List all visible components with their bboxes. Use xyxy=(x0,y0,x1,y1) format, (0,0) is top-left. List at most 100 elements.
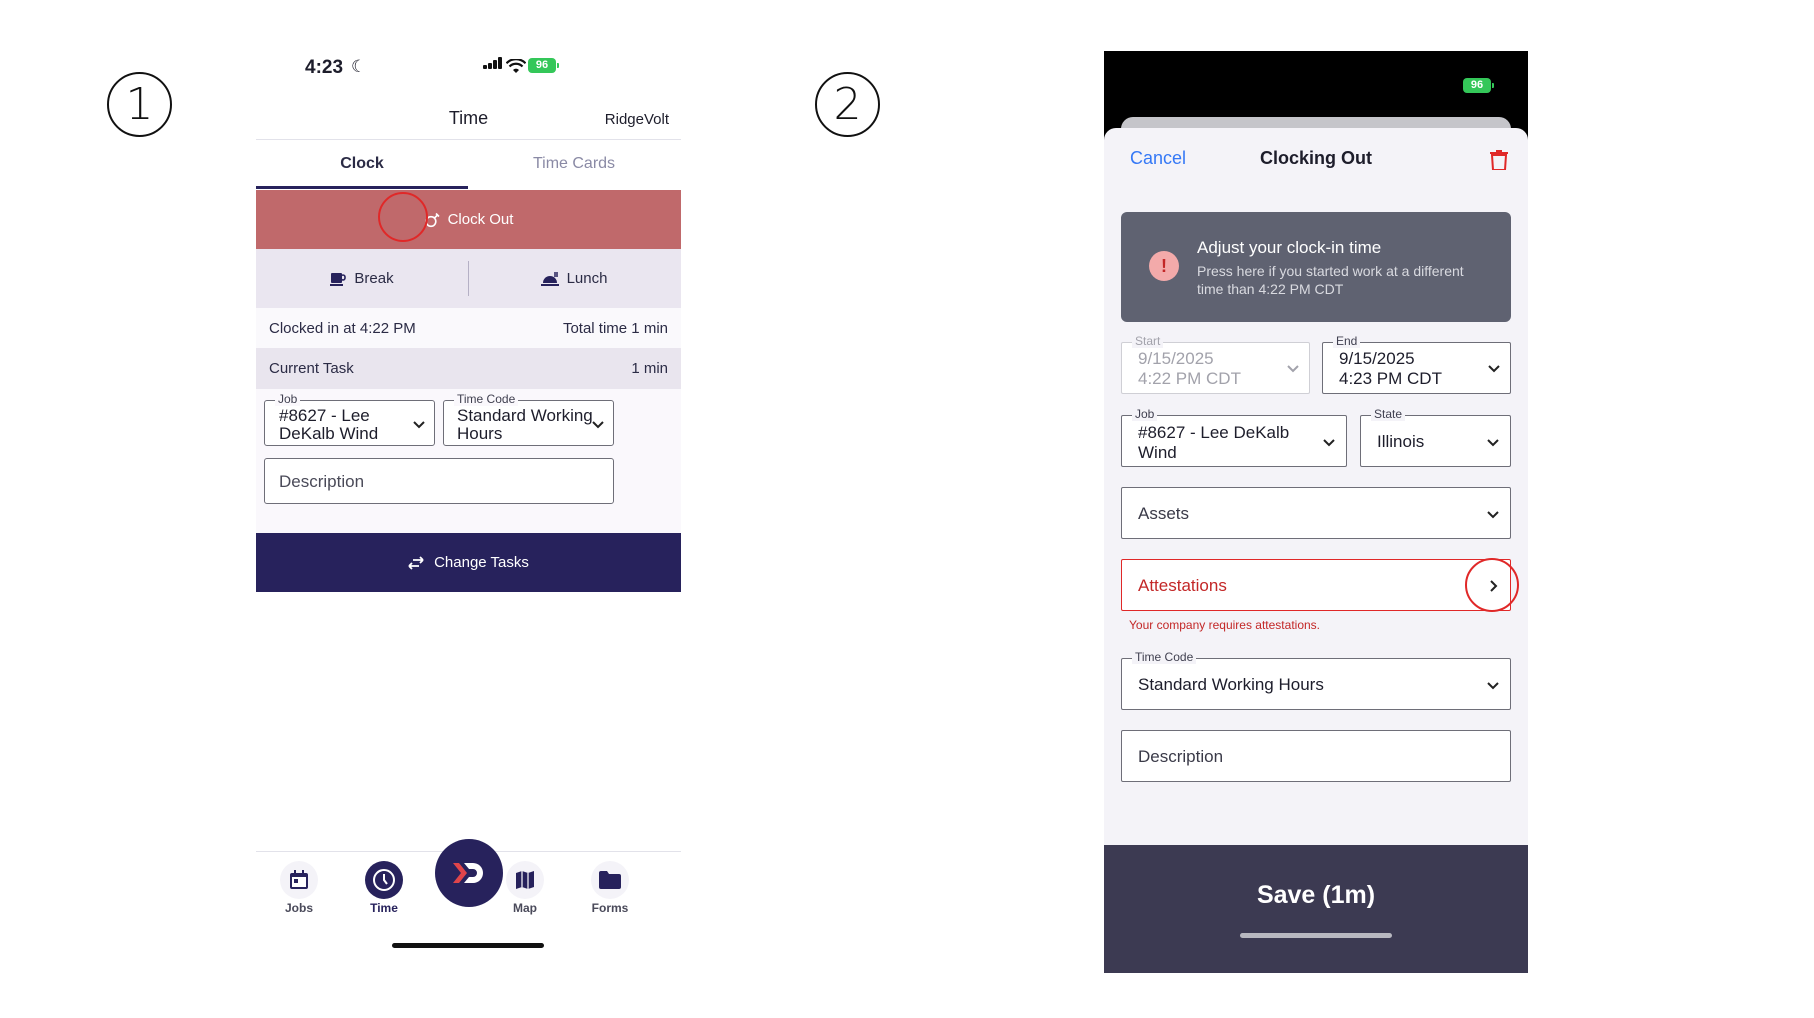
description-input[interactable]: Description xyxy=(264,458,614,504)
end-time: 4:23 PM CDT xyxy=(1339,369,1442,388)
start-datetime-field: Start 9/15/2025 4:22 PM CDT xyxy=(1121,334,1310,394)
map-icon xyxy=(516,871,534,889)
alert-icon: ! xyxy=(1149,251,1179,281)
start-label: Start xyxy=(1132,334,1164,348)
battery-icon: 96 xyxy=(528,58,559,73)
save-button[interactable]: Save (1m) xyxy=(1104,845,1528,973)
break-lunch-row: Break Lunch xyxy=(256,249,681,308)
lunch-button[interactable]: Lunch xyxy=(468,249,680,308)
adjust-clock-in-card[interactable]: ! Adjust your clock-in time Press here i… xyxy=(1121,212,1511,322)
lunch-label: Lunch xyxy=(566,270,608,287)
clock-out-label: Clock Out xyxy=(447,211,514,228)
state-label: State xyxy=(1371,407,1406,421)
time-code-value-line2: Hours xyxy=(457,424,503,443)
sheet-title: Clocking Out xyxy=(1260,148,1372,168)
nav-icon-background xyxy=(365,861,403,899)
job-select[interactable]: Job #8627 - Lee DeKalb Wind xyxy=(1121,407,1347,467)
folder-icon xyxy=(599,871,621,889)
state-select[interactable]: State Illinois xyxy=(1360,407,1511,467)
job-value-line1: #8627 - Lee xyxy=(279,406,370,425)
clocked-in-text: Clocked in at 4:22 PM xyxy=(269,320,416,337)
state-value: Illinois xyxy=(1377,432,1425,451)
home-indicator xyxy=(392,943,544,948)
signal-bar xyxy=(498,57,502,69)
current-task-duration: 1 min xyxy=(631,360,668,377)
end-datetime-select[interactable]: End 9/15/2025 4:23 PM CDT xyxy=(1322,334,1511,394)
job-value-line2: Wind xyxy=(1138,443,1177,462)
job-value-line1: #8627 - Lee DeKalb xyxy=(1138,423,1290,442)
attestations-label: Attestations xyxy=(1138,576,1227,595)
time-code-value: Standard Working Hours xyxy=(1138,675,1324,694)
chevron-down-icon xyxy=(1287,365,1299,373)
tutorial-canvas: 1 2 4:23 ☾ 96 Time RidgeVolt Clock Time … xyxy=(0,0,1814,1018)
nav-jobs[interactable]: Jobs xyxy=(269,861,329,915)
active-tab-indicator xyxy=(256,186,468,189)
task-form: Job #8627 - Lee DeKalb Wind Time Code St… xyxy=(256,389,681,533)
time-code-label: Time Code xyxy=(454,392,519,406)
chevron-down-icon xyxy=(1487,439,1499,447)
status-time: 4:23 xyxy=(305,57,344,78)
attestations-field[interactable]: Attestations xyxy=(1121,559,1511,611)
click-highlight-ring xyxy=(378,192,428,242)
chevron-down-icon xyxy=(1488,365,1500,373)
description-placeholder: Description xyxy=(279,472,365,491)
chevron-down-icon xyxy=(592,421,604,429)
clock-icon xyxy=(373,869,395,891)
change-tasks-button[interactable]: Change Tasks xyxy=(256,533,681,592)
coffee-cup-icon xyxy=(330,272,347,286)
clocked-in-summary: Clocked in at 4:22 PM Total time 1 min xyxy=(256,308,681,348)
step-number-2: 2 xyxy=(815,72,880,137)
chevron-down-icon xyxy=(1487,511,1499,519)
phone-screen-clock: 4:23 ☾ 96 Time RidgeVolt Clock Time Card… xyxy=(256,51,681,961)
job-value-line2: DeKalb Wind xyxy=(279,424,379,443)
nav-forms-label: Forms xyxy=(591,901,629,915)
break-button[interactable]: Break xyxy=(256,249,468,308)
nav-jobs-label: Jobs xyxy=(284,901,313,915)
description-placeholder: Description xyxy=(1138,747,1224,766)
time-code-value-line1: Standard Working xyxy=(457,406,593,425)
nav-time[interactable]: Time xyxy=(354,861,414,915)
nav-map-label: Map xyxy=(513,901,537,915)
click-highlight-ring xyxy=(1465,558,1519,612)
current-task-header: Current Task 1 min xyxy=(256,348,681,389)
swap-arrows-icon xyxy=(408,555,424,570)
chevron-down-icon xyxy=(1323,439,1335,447)
wifi-icon xyxy=(506,59,526,73)
status-bar: 4:23 ☾ 96 xyxy=(256,51,681,91)
step-number-1: 1 xyxy=(107,72,172,137)
assets-select[interactable]: Assets xyxy=(1121,487,1511,539)
brand-logo-icon xyxy=(453,863,483,883)
job-select[interactable]: Job #8627 - Lee DeKalb Wind xyxy=(264,392,435,446)
job-label: Job xyxy=(275,392,301,406)
brand-action-button[interactable] xyxy=(435,839,503,907)
nav-icon-background xyxy=(591,861,629,899)
battery-icon: 96 xyxy=(1463,78,1494,93)
break-label: Break xyxy=(354,270,394,287)
moon-icon: ☾ xyxy=(351,57,367,76)
start-date: 9/15/2025 xyxy=(1138,349,1214,368)
signal-bar xyxy=(488,63,492,69)
nav-icon-background xyxy=(506,861,544,899)
time-code-select[interactable]: Time Code Standard Working Hours xyxy=(1121,650,1511,710)
end-label: End xyxy=(1333,334,1361,348)
tab-clock[interactable]: Clock xyxy=(256,155,468,173)
clock-out-button[interactable]: Clock Out xyxy=(256,190,681,249)
adjust-subtitle: Press here if you started work at a diff… xyxy=(1197,263,1464,297)
org-name[interactable]: RidgeVolt xyxy=(605,111,669,128)
time-code-select[interactable]: Time Code Standard Working Hours xyxy=(443,392,614,446)
tab-time-cards[interactable]: Time Cards xyxy=(468,155,680,173)
trash-icon[interactable] xyxy=(1490,150,1508,170)
step-number-text: 1 xyxy=(125,79,154,130)
attestations-error: Your company requires attestations. xyxy=(1129,618,1320,632)
nav-map[interactable]: Map xyxy=(495,861,555,915)
description-input[interactable]: Description xyxy=(1121,730,1511,782)
save-label: Save (1m) xyxy=(1256,881,1376,909)
total-time-text: Total time 1 min xyxy=(562,320,668,337)
calendar-icon xyxy=(290,870,308,889)
change-tasks-label: Change Tasks xyxy=(434,554,529,571)
chevron-down-icon xyxy=(413,421,425,429)
phone-screen-clocking-out: 96 Cancel Clocking Out ! Adjust your clo… xyxy=(1104,51,1528,973)
adjust-title: Adjust your clock-in time xyxy=(1197,238,1382,257)
current-task-label: Current Task xyxy=(269,360,354,377)
nav-forms[interactable]: Forms xyxy=(580,861,640,915)
